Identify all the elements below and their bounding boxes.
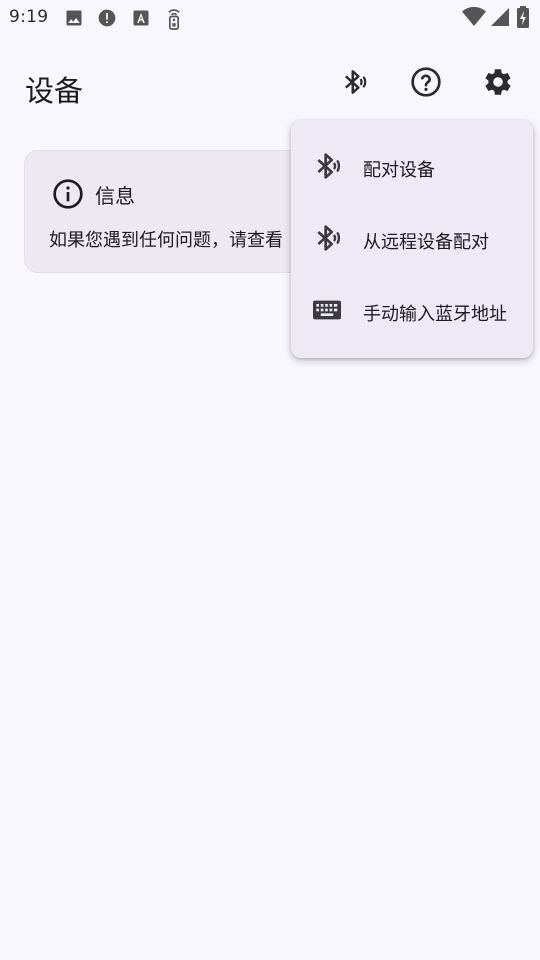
info-card-body: 如果您遇到任何问题，请查看 [49, 230, 283, 251]
menu-item-label: 从远程设备配对 [363, 232, 489, 253]
bluetooth-searching-icon [339, 67, 369, 101]
info-card-title: 信息 [95, 184, 135, 208]
bluetooth-scan-button[interactable] [330, 60, 378, 108]
signal-icon [490, 7, 510, 27]
bluetooth-searching-icon [311, 150, 343, 186]
menu-item-label: 手动输入蓝牙地址 [363, 304, 507, 325]
bluetooth-searching-icon [311, 222, 343, 258]
info-icon [52, 178, 84, 214]
overflow-menu: 配对设备 从远程设备配对 手动输入蓝牙地址 [291, 120, 533, 358]
status-time: 9:19 [9, 7, 49, 27]
image-icon [64, 8, 84, 28]
remote-icon [164, 8, 184, 30]
battery-charging-icon [516, 6, 530, 28]
help-icon [410, 66, 442, 102]
app-bar: 设备 [0, 48, 540, 120]
help-button[interactable] [402, 60, 450, 108]
menu-item-label: 配对设备 [363, 160, 435, 181]
page-title: 设备 [25, 74, 84, 108]
font-a-icon [131, 8, 151, 28]
menu-item-manual-address[interactable]: 手动输入蓝牙地址 [291, 276, 533, 348]
alert-icon [97, 8, 117, 28]
settings-button[interactable] [474, 60, 522, 108]
settings-icon [482, 66, 514, 102]
menu-item-pair-device[interactable]: 配对设备 [291, 132, 533, 204]
keyboard-icon [311, 294, 343, 330]
menu-item-pair-remote[interactable]: 从远程设备配对 [291, 204, 533, 276]
wifi-icon [462, 7, 486, 27]
screen: 9:19 设备 信息 如果您遇到任何问题，请查看 配对设备 从远程设备配对 手动… [0, 0, 540, 960]
status-bar: 9:19 [0, 0, 540, 36]
